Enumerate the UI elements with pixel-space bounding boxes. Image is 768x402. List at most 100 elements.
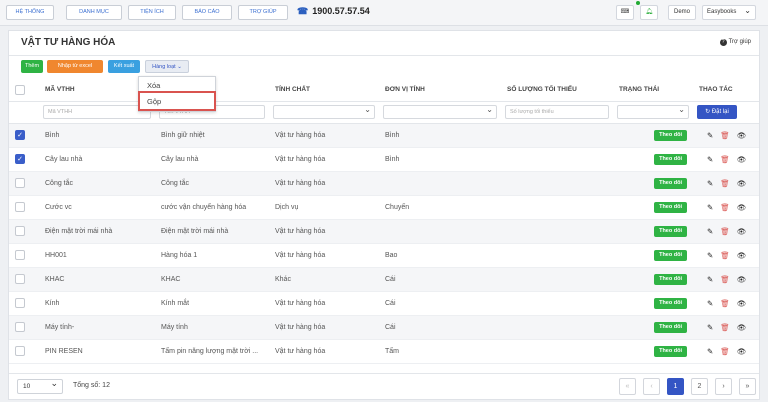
row-checkbox[interactable]: ✓ (15, 154, 25, 164)
page-2-button[interactable]: 2 (691, 378, 708, 395)
page-1-button[interactable]: 1 (667, 378, 684, 395)
edit-icon[interactable]: ✎ (707, 323, 713, 332)
pagination-bar: 10 Tổng số: 12 « ‹ 1 2 › » (9, 373, 759, 399)
trash-icon[interactable]: 🗑︎ (720, 347, 730, 356)
code-filter-input[interactable]: Mã VTHH (43, 105, 151, 119)
table-row[interactable]: ✓ Bình Bình giữ nhiệt Vật tư hàng hóa Bình Th… (9, 123, 759, 148)
eye-icon[interactable]: 👁︎ (737, 155, 747, 164)
keyboard-icon[interactable]: ⌨ (616, 5, 634, 20)
col-minqty: SỐ LƯỢNG TỐI THIỂU (501, 79, 613, 102)
table-row[interactable]: Điện mặt trời mái nhà Điện mặt trời mái n… (9, 219, 759, 244)
trash-icon[interactable]: 🗑︎ (720, 299, 730, 308)
edit-icon[interactable]: ✎ (707, 155, 713, 164)
trash-icon[interactable]: 🗑︎ (720, 155, 730, 164)
edit-icon[interactable]: ✎ (707, 131, 713, 140)
edit-icon[interactable]: ✎ (707, 227, 713, 236)
cell-actions: ✎ 🗑︎ 👁︎ (693, 339, 759, 364)
eye-icon[interactable]: 👁︎ (737, 251, 747, 260)
next-page-icon[interactable]: › (715, 378, 732, 395)
select-all-checkbox[interactable] (15, 84, 25, 95)
cell-unit: Cái (379, 267, 501, 292)
app-name: Easybooks (707, 9, 737, 15)
eye-icon[interactable]: 👁︎ (737, 131, 747, 140)
row-checkbox[interactable] (15, 250, 25, 260)
eye-icon[interactable]: 👁︎ (737, 299, 747, 308)
page-size-select[interactable]: 10 (17, 377, 63, 394)
trash-icon[interactable]: 🗑︎ (720, 203, 730, 212)
bulk-label: Hàng loạt (152, 64, 176, 70)
menu-bao-cao[interactable]: BÁO CÁO (182, 5, 232, 20)
add-button[interactable]: Thêm (21, 60, 43, 73)
trash-icon[interactable]: 🗑︎ (720, 323, 730, 332)
eye-icon[interactable]: 👁︎ (737, 203, 747, 212)
unit-filter-select[interactable] (383, 105, 497, 119)
table-row[interactable]: ✓ Cây lau nhà Cây lau nhà Vật tư hàng hóa Bì… (9, 147, 759, 172)
row-checkbox[interactable]: ✓ (15, 130, 25, 140)
import-excel-button[interactable]: Nhập từ excel (47, 60, 103, 73)
page-title: VẬT TƯ HÀNG HÓA (21, 37, 116, 48)
cell-name: Kính mắt (155, 291, 269, 316)
cell-unit: Tấm (379, 339, 501, 364)
menu-tien-ich[interactable]: TIỆN ÍCH (128, 5, 176, 20)
row-checkbox[interactable] (15, 202, 25, 212)
cell-name: Điện mặt trời mái nhà (155, 219, 269, 244)
bell-icon[interactable]: 🔔︎ (640, 5, 658, 20)
edit-icon[interactable]: ✎ (707, 251, 713, 260)
row-checkbox[interactable] (15, 226, 25, 236)
edit-icon[interactable]: ✎ (707, 203, 713, 212)
status-badge: Theo dõi (654, 249, 687, 261)
reset-label: Đặt lại (711, 109, 729, 115)
first-page-icon[interactable]: « (619, 378, 636, 395)
online-dot (636, 1, 640, 5)
status-filter-select[interactable] (617, 105, 689, 119)
row-checkbox[interactable] (15, 178, 25, 188)
help-link[interactable]: ? Trợ giúp (719, 39, 751, 46)
table-row[interactable]: Công tắc Công tắc Vật tư hàng hóa Theo dõi ✎… (9, 171, 759, 196)
row-select-cell (9, 171, 39, 196)
export-button[interactable]: Kết xuất (108, 60, 140, 73)
cell-minqty (501, 339, 613, 364)
table-row[interactable]: KHAC KHAC Khác Cái Theo dõi ✎ 🗑︎ 👁︎ (9, 267, 759, 292)
edit-icon[interactable]: ✎ (707, 275, 713, 284)
eye-icon[interactable]: 👁︎ (737, 323, 747, 332)
menu-tro-giup[interactable]: TRỢ GIÚP (238, 5, 288, 20)
cell-actions: ✎ 🗑︎ 👁︎ (693, 315, 759, 340)
cell-status: Theo dõi (613, 291, 693, 316)
table-row[interactable]: HH001 Hàng hóa 1 Vật tư hàng hóa Bao Theo dõ… (9, 243, 759, 268)
app-switcher[interactable]: Easybooks ⌄ (702, 5, 756, 20)
edit-icon[interactable]: ✎ (707, 347, 713, 356)
trash-icon[interactable]: 🗑︎ (720, 275, 730, 284)
table-row[interactable]: Cước vc cước vận chuyển hàng hóa Dịch vụ Ch… (9, 195, 759, 220)
row-select-cell: ✓ (9, 147, 39, 172)
cell-name: Công tắc (155, 171, 269, 196)
eye-icon[interactable]: 👁︎ (737, 275, 747, 284)
row-checkbox[interactable] (15, 298, 25, 308)
row-checkbox[interactable] (15, 274, 25, 284)
eye-icon[interactable]: 👁︎ (737, 347, 747, 356)
status-badge: Theo dõi (654, 129, 687, 141)
demo-button[interactable]: Demo (668, 5, 696, 20)
row-checkbox[interactable] (15, 346, 25, 356)
row-checkbox[interactable] (15, 322, 25, 332)
type-filter-select[interactable] (273, 105, 375, 119)
prev-page-icon[interactable]: ‹ (643, 378, 660, 395)
table-row[interactable]: Máy tính- Máy tính Vật tư hàng hóa Cái Theo … (9, 315, 759, 340)
edit-icon[interactable]: ✎ (707, 179, 713, 188)
eye-icon[interactable]: 👁︎ (737, 227, 747, 236)
last-page-icon[interactable]: » (739, 378, 756, 395)
trash-icon[interactable]: 🗑︎ (720, 251, 730, 260)
minqty-filter-input[interactable]: Số lượng tối thiểu (505, 105, 609, 119)
edit-icon[interactable]: ✎ (707, 299, 713, 308)
trash-icon[interactable]: 🗑︎ (720, 179, 730, 188)
menu-danh-muc[interactable]: DANH MỤC (66, 5, 122, 20)
table-row[interactable]: PIN RESEN Tấm pin năng lượng mặt trời ...… (9, 339, 759, 364)
menu-he-thong[interactable]: HỆ THỐNG (6, 5, 54, 20)
row-select-cell (9, 219, 39, 244)
trash-icon[interactable]: 🗑︎ (720, 227, 730, 236)
eye-icon[interactable]: 👁︎ (737, 179, 747, 188)
bulk-action-button[interactable]: Hàng loạt ⌄ (145, 60, 189, 73)
trash-icon[interactable]: 🗑︎ (720, 131, 730, 140)
reset-button[interactable]: ↻ Đặt lại (697, 105, 737, 119)
menu-item-delete[interactable]: Xóa (147, 81, 160, 90)
table-row[interactable]: Kính Kính mắt Vật tư hàng hóa Cái Theo dõi ✎ 🗑… (9, 291, 759, 316)
